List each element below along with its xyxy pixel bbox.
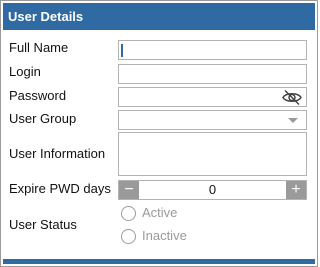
panel-header: User Details: [3, 3, 315, 30]
radio-circle[interactable]: [121, 229, 136, 244]
panel-title: User Details: [8, 9, 84, 24]
user-information-textarea[interactable]: [118, 132, 307, 176]
login-input[interactable]: [118, 64, 307, 84]
text-caret: [121, 44, 123, 57]
status-active-label[interactable]: Active: [142, 205, 177, 220]
status-inactive-label[interactable]: Inactive: [142, 228, 187, 243]
user-group-select[interactable]: [118, 110, 307, 130]
chevron-down-icon[interactable]: [288, 118, 298, 123]
decrement-button[interactable]: −: [119, 181, 139, 199]
increment-button[interactable]: +: [286, 181, 306, 199]
expire-pwd-days-value[interactable]: 0: [141, 182, 284, 197]
user-details-panel: User Details Full Name Login Password Us…: [0, 0, 318, 267]
user-group-label: User Group: [9, 111, 77, 126]
user-status-label: User Status: [9, 217, 77, 232]
radio-circle[interactable]: [121, 206, 136, 221]
user-information-label: User Information: [9, 146, 106, 161]
password-label: Password: [9, 88, 67, 103]
full-name-label: Full Name: [9, 40, 69, 55]
login-label: Login: [9, 64, 41, 79]
expire-pwd-days-stepper[interactable]: − 0 +: [118, 180, 307, 200]
eye-slash-icon[interactable]: [281, 89, 303, 106]
panel-footer-bar: [3, 259, 315, 264]
expire-pwd-days-label: Expire PWD days: [9, 181, 111, 196]
full-name-input[interactable]: [118, 40, 307, 60]
password-input[interactable]: [118, 87, 307, 107]
